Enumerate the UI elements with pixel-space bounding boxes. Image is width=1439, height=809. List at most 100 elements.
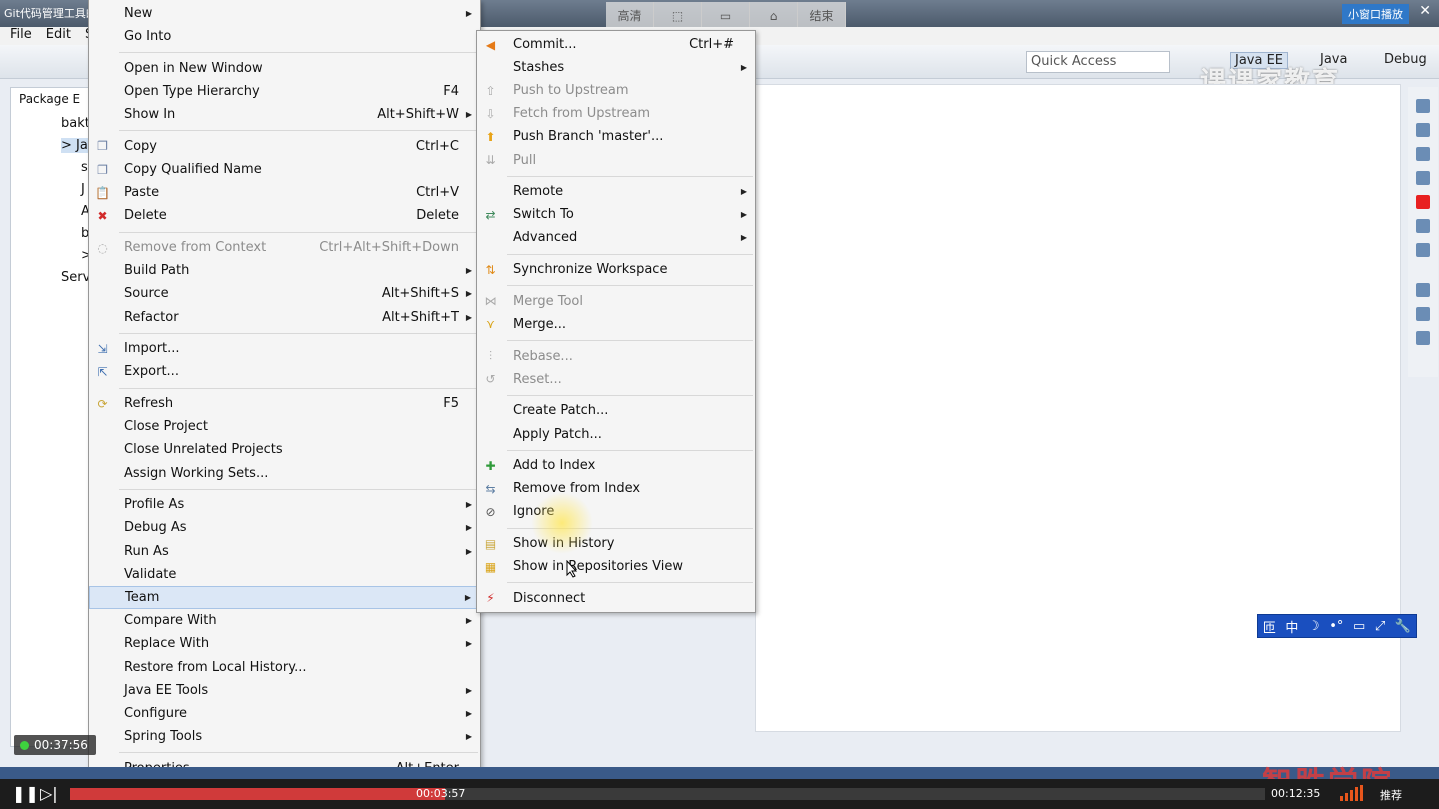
cursor-highlight: [531, 492, 593, 554]
submenu-arrow-icon: ▶: [465, 523, 472, 533]
home-icon[interactable]: ⌂: [750, 2, 798, 29]
quality-button[interactable]: 高清: [606, 2, 654, 29]
ime-chinese-icon[interactable]: 中: [1285, 617, 1298, 636]
view-icon[interactable]: [1416, 331, 1430, 345]
menu-item-new[interactable]: New ▶: [89, 2, 480, 25]
view-icon[interactable]: [1416, 123, 1430, 137]
menu-item-refresh[interactable]: ⟳ Refresh F5: [89, 392, 480, 415]
menu-item-label: Spring Tools: [124, 729, 203, 745]
menu-item-replace-with[interactable]: Replace With ▶: [89, 632, 480, 655]
menu-item-stashes[interactable]: Stashes ▶: [477, 56, 755, 79]
menu-item-disconnect[interactable]: ⚡ Disconnect: [477, 587, 755, 610]
menu-item-push-branch-master[interactable]: ⬆ Push Branch 'master'...: [477, 125, 755, 148]
fullscreen-region-icon[interactable]: ⬚: [654, 2, 702, 29]
menu-item-show-in-repositories-view[interactable]: ▦ Show in Repositories View: [477, 555, 755, 578]
menu-item-assign-working-sets[interactable]: Assign Working Sets...: [89, 462, 480, 485]
menu-item-remote[interactable]: Remote ▶: [477, 180, 755, 203]
history-icon: ▤: [484, 536, 497, 551]
package-explorer-title[interactable]: Package E: [19, 92, 80, 106]
ime-toggle-icon[interactable]: ⤢: [1375, 619, 1385, 634]
menu-item-debug-as[interactable]: Debug As ▶: [89, 516, 480, 539]
quick-access-input[interactable]: Quick Access: [1026, 51, 1170, 73]
menu-item-spring-tools[interactable]: Spring Tools ▶: [89, 725, 480, 748]
menu-item-run-as[interactable]: Run As ▶: [89, 540, 480, 563]
ime-moon-icon[interactable]: ☽: [1308, 619, 1320, 634]
pause-icon[interactable]: ❚❚: [12, 784, 39, 803]
view-icon[interactable]: [1416, 171, 1430, 185]
menu-item-label: Merge Tool: [513, 293, 583, 309]
menu-item-restore-from-local-history[interactable]: Restore from Local History...: [89, 656, 480, 679]
menu-item-shortcut: Ctrl+V: [416, 185, 459, 201]
menu-item-validate[interactable]: Validate: [89, 563, 480, 586]
menu-separator: [119, 332, 478, 334]
menu-item-show-in-history[interactable]: ▤Show in History: [477, 532, 755, 555]
tree-item[interactable]: bakt: [61, 116, 90, 131]
ime-icon[interactable]: 匝: [1263, 617, 1276, 636]
menu-item-java-ee-tools[interactable]: Java EE Tools ▶: [89, 679, 480, 702]
perspective-debug[interactable]: Debug: [1384, 52, 1427, 67]
menu-item-merge[interactable]: ⋎ Merge...: [477, 313, 755, 336]
menu-item-source[interactable]: Source Alt+Shift+S ▶: [89, 282, 480, 305]
menu-item-configure[interactable]: Configure ▶: [89, 702, 480, 725]
menu-item-label: Open Type Hierarchy: [124, 84, 260, 99]
fetch-upstream-icon: ⇩: [485, 106, 496, 121]
menu-item-open-in-new-window[interactable]: Open in New Window: [89, 57, 480, 80]
menu-item-label: Push to Upstream: [513, 83, 629, 99]
menu-item-create-patch[interactable]: Create Patch...: [477, 399, 755, 422]
menu-item-delete[interactable]: ✖ Delete Delete: [89, 204, 480, 227]
tree-item[interactable]: s: [81, 160, 88, 175]
menu-item-add-to-index[interactable]: ✚ Add to Index: [477, 454, 755, 477]
menu-item-team[interactable]: Team ▶: [89, 586, 480, 609]
menu-item-apply-patch[interactable]: Apply Patch...: [477, 423, 755, 446]
close-icon[interactable]: ✕: [1419, 3, 1431, 19]
menu-item-remove-from-index[interactable]: ⇆ Remove from Index: [477, 477, 755, 500]
menu-item-label: Reset...: [513, 371, 562, 387]
view-icon[interactable]: [1416, 307, 1430, 321]
submenu-arrow-icon: ▶: [740, 233, 747, 243]
menu-item-copy-qualified-name[interactable]: ❐ Copy Qualified Name: [89, 158, 480, 181]
tree-item[interactable]: J: [81, 182, 85, 197]
next-icon[interactable]: ▷|: [40, 784, 58, 803]
menu-item-close-project[interactable]: Close Project: [89, 415, 480, 438]
menu-item-open-type-hierarchy[interactable]: Open Type Hierarchy F4: [89, 80, 480, 103]
menu-item-refactor[interactable]: Refactor Alt+Shift+T ▶: [89, 306, 480, 329]
tree-item[interactable]: Serv: [61, 270, 90, 285]
menu-item-show-in[interactable]: Show In Alt+Shift+W ▶: [89, 103, 480, 126]
menu-item-copy[interactable]: ❐ Copy Ctrl+C: [89, 135, 480, 158]
stop-icon[interactable]: [1416, 195, 1430, 209]
submenu-arrow-icon: ▶: [465, 312, 472, 322]
ime-punct-icon[interactable]: •°: [1329, 619, 1343, 634]
menu-item-close-unrelated-projects[interactable]: Close Unrelated Projects: [89, 438, 480, 461]
menu-item-compare-with[interactable]: Compare With ▶: [89, 609, 480, 632]
ime-settings-icon[interactable]: 🔧: [1395, 619, 1411, 634]
menu-item-label: Remote: [513, 184, 564, 200]
debug-view-icon[interactable]: [1416, 243, 1430, 257]
menu-item-ignore[interactable]: ⊘Ignore: [477, 500, 755, 523]
menu-item-synchronize-workspace[interactable]: ⇅ Synchronize Workspace: [477, 258, 755, 281]
menu-item-go-into[interactable]: Go Into: [89, 25, 480, 48]
menu-edit[interactable]: Edit: [46, 27, 71, 45]
view-icon[interactable]: [1416, 147, 1430, 161]
menu-file[interactable]: File: [10, 27, 32, 45]
menu-item-switch-to[interactable]: ⇄ Switch To ▶: [477, 203, 755, 226]
window-icon[interactable]: ▭: [702, 2, 750, 29]
view-icon[interactable]: [1416, 99, 1430, 113]
menu-item-build-path[interactable]: Build Path ▶: [89, 259, 480, 282]
menu-item-commit[interactable]: ◀ Commit... Ctrl+#: [477, 33, 755, 56]
view-icon[interactable]: [1416, 219, 1430, 233]
view-icon[interactable]: [1416, 283, 1430, 297]
menu-item-import[interactable]: ⇲ Import...: [89, 337, 480, 360]
menu-item-paste[interactable]: 📋 Paste Ctrl+V: [89, 181, 480, 204]
progress-track[interactable]: [445, 788, 1265, 800]
progress-played[interactable]: [70, 788, 446, 800]
menu-item-profile-as[interactable]: Profile As ▶: [89, 493, 480, 516]
pip-button[interactable]: 小窗口播放: [1342, 4, 1409, 24]
end-button[interactable]: 结束: [798, 2, 846, 29]
menu-item-export[interactable]: ⇱ Export...: [89, 360, 480, 383]
ime-keyboard-icon[interactable]: ▭: [1353, 619, 1365, 634]
recommend-button[interactable]: 推荐: [1380, 787, 1402, 803]
menu-item-shortcut: Ctrl+Alt+Shift+Down: [319, 240, 459, 255]
tree-item-selected[interactable]: > Ja: [61, 138, 88, 153]
menu-item-advanced[interactable]: Advanced ▶: [477, 226, 755, 249]
menu-separator: [119, 387, 478, 389]
